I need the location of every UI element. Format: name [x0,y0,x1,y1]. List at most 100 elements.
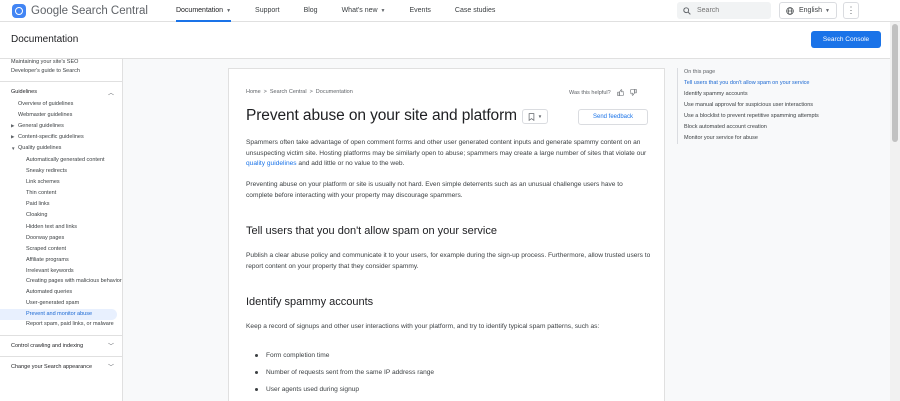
list-item-text: Form completion time [266,352,330,359]
breadcrumb-separator-icon: > [263,89,267,95]
sidebar-item-label: Hidden text and links [26,223,78,230]
top-navigation-bar: Google Search Central Documentation ▼ Sup… [0,0,900,22]
sidebar-item-hidden-text-and-links[interactable]: Hidden text and links [0,221,122,232]
helpful-label: Was this helpful? [569,89,611,96]
sidebar-item-webmaster-guidelines[interactable]: Webmaster guidelines [0,109,122,120]
sidebar-item-overview-of-guidelines[interactable]: Overview of guidelines [0,98,122,109]
nav-whats-new[interactable]: What's new ▼ [342,0,386,22]
chevron-up-icon: ︿ [107,90,114,97]
header-title: Documentation [11,34,79,45]
sidebar-item-auto-generated-content[interactable]: Automatically generated content [0,154,122,165]
sidebar-item-doorway-pages[interactable]: Doorway pages [0,232,122,243]
sidebar-section-label: Guidelines [11,89,37,95]
nav-whats-new-label: What's new [341,7,378,14]
sidebar-item-malicious-behavior[interactable]: Creating pages with malicious behavior [0,277,122,287]
sidebar-link-developers-guide[interactable]: Developer's guide to Search [0,68,122,75]
search-console-button[interactable]: Search Console [811,31,881,48]
nav-support[interactable]: Support [255,0,280,22]
thumb-up-icon[interactable] [617,89,624,96]
scrollbar-thumb[interactable] [892,24,898,142]
nav-documentation[interactable]: Documentation ▼ [175,0,232,22]
site-logo[interactable]: Google Search Central [12,3,148,18]
breadcrumb-separator-icon: > [309,89,313,95]
bookmark-icon [528,112,535,121]
sidebar-item-link-schemes[interactable]: Link schemes [0,176,122,187]
breadcrumb: Home > Search Central > Documentation [246,89,353,95]
toc-item-monitor-service[interactable]: Monitor your service for abuse [684,135,758,141]
sidebar-item-cloaking[interactable]: Cloaking [0,210,122,221]
sidebar-item-user-generated-spam[interactable]: User-generated spam [0,298,122,309]
sidebar-item-label: Creating pages with malicious behavior [26,278,122,284]
language-selector[interactable]: English ▼ [779,2,837,19]
search-input[interactable] [697,7,767,14]
sidebar-section-label: Control crawling and indexing [11,342,84,349]
breadcrumb-documentation[interactable]: Documentation [316,89,353,95]
intro-paragraph: Spammers often take advantage of open co… [246,138,651,170]
left-sidebar: Maintaining your site's SEO Developer's … [0,59,123,401]
sidebar-item-content-specific-guidelines[interactable]: ▶ Content-specific guidelines [0,132,122,143]
quality-guidelines-link[interactable]: quality guidelines [246,160,297,167]
sidebar-item-label: Report spam, paid links, or malware [26,321,114,328]
sidebar-item-label: User-generated spam [26,300,80,307]
list-item: Number of requests sent from the same IP… [255,369,434,376]
sidebar-item-report-spam[interactable]: Report spam, paid links, or malware [0,320,122,330]
article-card: Home > Search Central > Documentation Was th… [228,68,665,401]
chevron-down-icon: ▼ [824,7,830,14]
bookmark-button[interactable]: ▼ [522,109,548,124]
sidebar-item-label: Paid links [26,201,50,208]
list-item: User agents used during signup [255,386,359,393]
sidebar-item-label: Link schemes [26,178,60,185]
sidebar-divider [0,334,122,336]
more-vert-icon[interactable]: ⋮ [843,2,859,19]
chevron-down-icon: ▼ [537,114,543,119]
nav-support-label: Support [255,7,280,14]
sidebar-item-label: Quality guidelines [18,145,62,152]
search-box[interactable] [677,2,771,19]
nav-documentation-label: Documentation [175,7,224,14]
nav-case-studies-label: Case studies [454,7,496,14]
toc-item-tell-users[interactable]: Tell users that you don't allow spam on … [684,80,809,86]
nav-events-label: Events [409,7,431,14]
sidebar-link-maintaining-seo[interactable]: Maintaining your site's SEO [0,59,122,66]
sidebar-section-guidelines[interactable]: Guidelines ︿ [0,86,122,98]
heading-tell-users: Tell users that you don't allow spam on … [246,225,497,237]
heading-identify-spammy-accounts: Identify spammy accounts [246,296,374,308]
nav-blog[interactable]: Blog [304,0,318,22]
list-item-text: Number of requests sent from the same IP… [266,369,435,376]
expand-arrow-icon: ▶ [11,134,15,140]
thumb-down-icon[interactable] [629,89,637,96]
sidebar-item-label: Scraped content [26,246,67,253]
sidebar-item-quality-guidelines[interactable]: ▼ Quality guidelines [0,143,122,154]
send-feedback-button[interactable]: Send feedback [578,109,648,125]
sidebar-item-sneaky-redirects[interactable]: Sneaky redirects [0,165,122,176]
nav-events[interactable]: Events [410,0,431,22]
sidebar-item-affiliate-programs[interactable]: Affiliate programs [0,255,122,266]
toc-divider [677,68,678,144]
breadcrumb-search-central[interactable]: Search Central [270,89,307,95]
sidebar-item-label: Sneaky redirects [26,167,67,174]
sidebar-item-scraped-content[interactable]: Scraped content [0,243,122,254]
sidebar-item-irrelevant-keywords[interactable]: Irrelevant keywords [0,266,122,277]
breadcrumb-home[interactable]: Home [246,89,261,95]
globe-icon [786,6,794,15]
toc-item-manual-approval[interactable]: Use manual approval for suspicious user … [684,102,813,108]
identify-paragraph: Keep a record of signups and other user … [246,323,600,330]
sidebar-section-crawling[interactable]: Control crawling and indexing ﹀ [0,340,122,352]
toc-item-blocklist[interactable]: Use a blocklist to prevent repetitive sp… [684,113,819,119]
expand-arrow-icon: ▶ [11,122,15,128]
chevron-down-icon: ﹀ [107,365,114,372]
page-scrollbar[interactable] [890,22,900,401]
sidebar-item-general-guidelines[interactable]: ▶ General guidelines [0,120,122,131]
sidebar-item-automated-queries[interactable]: Automated queries [0,287,122,298]
toc-item-identify-accounts[interactable]: Identify spammy accounts [684,91,748,97]
intro-text: Spammers often take advantage of open co… [246,139,647,157]
sidebar-section-appearance[interactable]: Change your Search appearance ﹀ [0,361,122,373]
nav-blog-label: Blog [303,7,318,14]
sidebar-item-thin-content[interactable]: Thin content [0,188,122,199]
sidebar-item-paid-links[interactable]: Paid links [0,199,122,210]
search-central-logo-icon [12,3,26,18]
main-nav: Documentation ▼ Support Blog What's new ▼ … [175,0,519,22]
nav-case-studies[interactable]: Case studies [455,0,495,22]
toc-item-block-automated[interactable]: Block automated account creation [684,124,767,130]
sidebar-item-prevent-and-monitor-abuse[interactable]: Prevent and monitor abuse [0,308,117,321]
